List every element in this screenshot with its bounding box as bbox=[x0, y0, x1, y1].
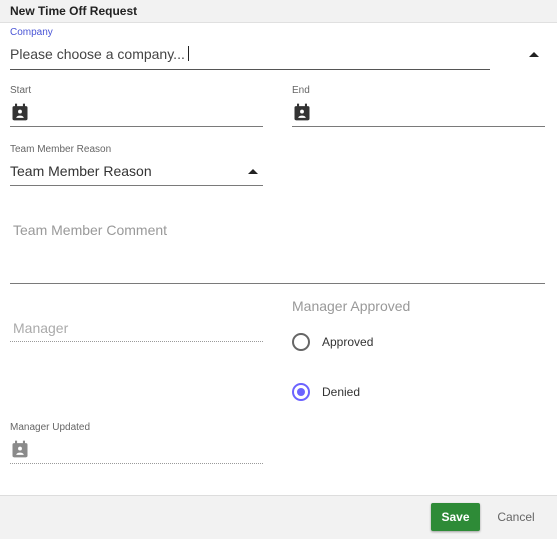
reason-label: Team Member Reason bbox=[10, 144, 112, 155]
start-label: Start bbox=[10, 85, 32, 96]
cancel-button[interactable]: Cancel bbox=[492, 503, 540, 531]
start-underline bbox=[10, 126, 263, 127]
comment-placeholder[interactable]: Team Member Comment bbox=[13, 222, 167, 238]
calendar-icon bbox=[12, 440, 28, 458]
reason-value[interactable]: Team Member Reason bbox=[10, 163, 152, 179]
comment-underline bbox=[10, 283, 545, 284]
company-value[interactable]: Please choose a company... bbox=[10, 46, 185, 62]
caret-up-icon[interactable] bbox=[529, 52, 539, 57]
dialog-titlebar: New Time Off Request bbox=[0, 0, 557, 23]
radio-approved-label[interactable]: Approved bbox=[322, 335, 373, 349]
company-label: Company bbox=[10, 27, 53, 38]
caret-up-icon[interactable] bbox=[248, 169, 258, 174]
end-underline bbox=[292, 126, 545, 127]
text-cursor bbox=[188, 46, 189, 61]
save-button[interactable]: Save bbox=[431, 503, 480, 531]
manager-approved-label: Manager Approved bbox=[292, 298, 411, 314]
radio-denied-label[interactable]: Denied bbox=[322, 385, 360, 399]
manager-underline bbox=[10, 341, 263, 342]
end-label: End bbox=[292, 85, 310, 96]
manager-updated-label: Manager Updated bbox=[10, 422, 91, 433]
radio-approved-circle[interactable] bbox=[292, 333, 310, 351]
manager-updated-underline bbox=[10, 463, 263, 464]
manager-placeholder: Manager bbox=[13, 320, 69, 336]
reason-underline bbox=[10, 185, 263, 186]
company-underline bbox=[10, 69, 490, 70]
calendar-icon[interactable] bbox=[10, 102, 30, 122]
dialog-title: New Time Off Request bbox=[10, 4, 138, 18]
radio-denied-circle[interactable] bbox=[292, 383, 310, 401]
calendar-icon[interactable] bbox=[292, 102, 312, 122]
